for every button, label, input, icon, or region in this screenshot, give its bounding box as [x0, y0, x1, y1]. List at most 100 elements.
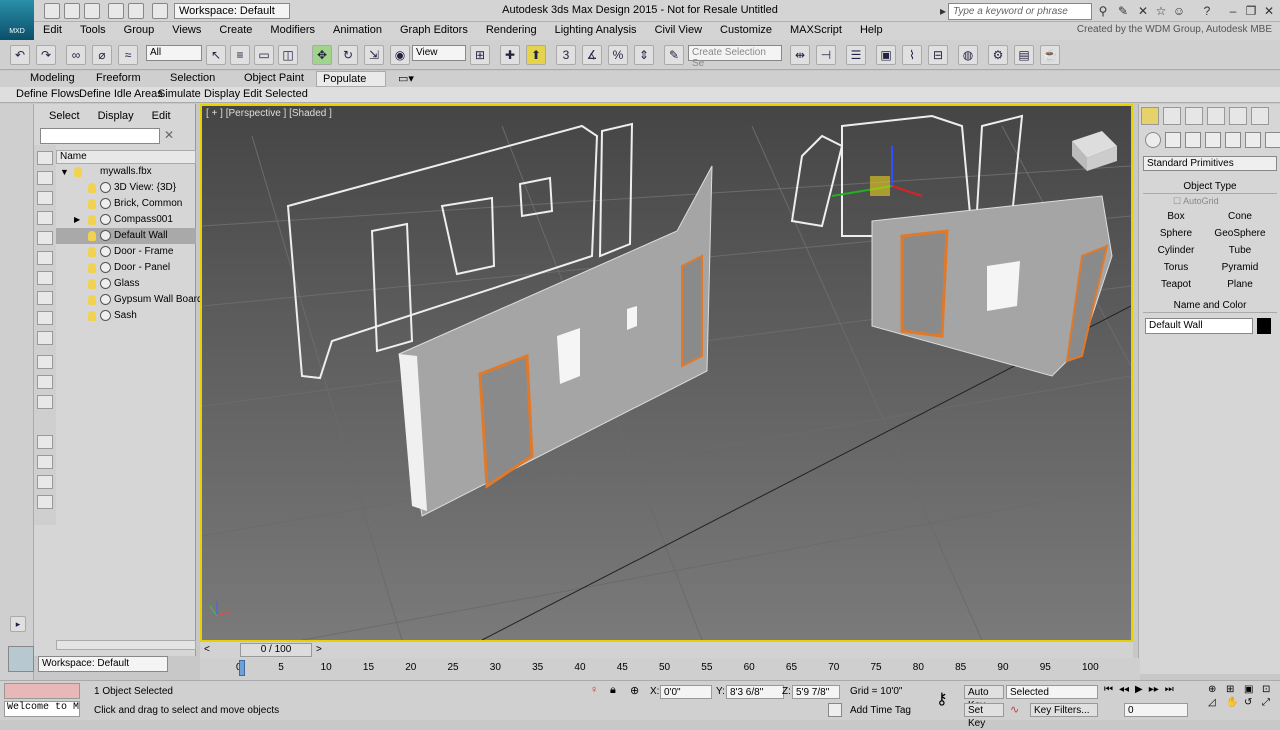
unlink-icon[interactable]: ⌀ [92, 45, 112, 65]
schematic-view-icon[interactable]: ⊟ [928, 45, 948, 65]
render-setup-icon[interactable]: ⚙ [988, 45, 1008, 65]
sync-selection-icon[interactable] [37, 475, 53, 489]
tree-item-door-frame[interactable]: Door - Frame [56, 244, 196, 260]
tab-selection[interactable]: Selection [164, 71, 221, 87]
orbit-icon[interactable]: ↺ [1244, 697, 1260, 708]
viewcube-icon[interactable] [1072, 131, 1117, 171]
mirror-icon[interactable]: ⇹ [790, 45, 810, 65]
primitive-type-dropdown[interactable]: Standard Primitives [1143, 156, 1277, 171]
maxscript-listener[interactable]: Welcome to M [4, 701, 80, 717]
clear-filter-icon[interactable]: ✕ [164, 128, 174, 142]
modify-tab-icon[interactable] [1163, 107, 1181, 125]
link-icon[interactable]: ∞ [66, 45, 86, 65]
keyboard-shortcut-override-icon[interactable]: ⬆ [526, 45, 546, 65]
menu-help[interactable]: Help [851, 22, 892, 40]
light-bulb-icon[interactable] [88, 215, 96, 225]
hierarchy-tab-icon[interactable] [1185, 107, 1203, 125]
name-column-header[interactable]: Name [56, 150, 196, 164]
light-bulb-icon[interactable] [88, 279, 96, 289]
tree-item-compass[interactable]: ▶ Compass001 [56, 212, 196, 228]
light-bulb-icon[interactable] [88, 199, 96, 209]
zoom-extents-icon[interactable]: ▣ [1244, 684, 1260, 695]
save-file-icon[interactable] [84, 3, 100, 19]
tree-item-default-wall[interactable]: Default Wall [56, 228, 196, 244]
pan-icon[interactable]: ✋ [1226, 697, 1242, 708]
scene-filter-input[interactable] [40, 128, 160, 144]
menu-maxscript[interactable]: MAXScript [781, 22, 851, 40]
menu-civil-view[interactable]: Civil View [646, 22, 711, 40]
tree-item-glass[interactable]: Glass [56, 276, 196, 292]
light-bulb-icon[interactable] [88, 263, 96, 273]
close-icon[interactable]: ✕ [1262, 4, 1276, 18]
named-selection-dropdown[interactable]: Create Selection Se [688, 45, 782, 69]
display-helpers-icon[interactable] [37, 251, 53, 265]
go-to-end-icon[interactable]: ⏭ [1165, 684, 1174, 695]
go-to-start-icon[interactable]: ⏮ [1104, 684, 1113, 695]
display-geometry-icon[interactable] [37, 171, 53, 185]
select-by-name-icon[interactable]: ≡ [230, 45, 250, 65]
isolate-icon[interactable]: ♀ [590, 684, 598, 696]
next-frame-icon[interactable]: ▸▸ [1149, 684, 1159, 695]
redo-icon[interactable]: ↷ [36, 45, 56, 65]
cameras-icon[interactable] [1205, 132, 1221, 148]
key-icon[interactable]: ⚷ [936, 689, 948, 709]
track-bar[interactable]: 0510152025303540455055606570758085909510… [200, 658, 1140, 680]
geometry-icon[interactable] [1145, 132, 1161, 148]
scene-tab-edit[interactable]: Edit [143, 110, 180, 122]
cylinder-button[interactable]: Cylinder [1147, 243, 1205, 259]
lock-icon[interactable] [37, 495, 53, 509]
select-scale-icon[interactable]: ⇲ [364, 45, 384, 65]
display-lights-icon[interactable] [37, 211, 53, 225]
display-groups-icon[interactable] [37, 291, 53, 305]
teapot-button[interactable]: Teapot [1147, 277, 1205, 293]
align-icon[interactable]: ⊣ [816, 45, 836, 65]
display-cameras-icon[interactable] [37, 231, 53, 245]
previous-frame-icon[interactable]: ◂◂ [1119, 684, 1129, 695]
menu-views[interactable]: Views [163, 22, 210, 40]
selection-lock-icon[interactable]: 🔒︎ [610, 684, 616, 697]
add-time-tag-button[interactable]: Add Time Tag [850, 705, 911, 716]
collapse-arrow-icon[interactable]: ▼ [60, 164, 69, 180]
app-logo-button[interactable]: MXD [0, 0, 34, 40]
scene-tab-display[interactable]: Display [89, 110, 143, 122]
tab-modeling[interactable]: Modeling [24, 71, 81, 87]
tree-item-sash[interactable]: Sash [56, 308, 196, 324]
user-icon[interactable]: ☺ [1172, 4, 1186, 18]
menu-lighting-analysis[interactable]: Lighting Analysis [546, 22, 646, 40]
set-key-button[interactable]: Set Key [964, 703, 1004, 729]
zoom-extents-all-icon[interactable]: ⊡ [1262, 684, 1278, 695]
tree-item-door-panel[interactable]: Door - Panel [56, 260, 196, 276]
helpers-icon[interactable] [1225, 132, 1241, 148]
slider-next-icon[interactable]: > [316, 644, 322, 655]
reference-coord-dropdown[interactable]: View [412, 45, 466, 61]
select-manipulate-icon[interactable]: ✚ [500, 45, 520, 65]
select-move-icon[interactable]: ✥ [312, 45, 332, 65]
rect-selection-icon[interactable]: ▭ [254, 45, 274, 65]
spacewarps-icon[interactable] [1245, 132, 1261, 148]
menu-modifiers[interactable]: Modifiers [261, 22, 324, 40]
menu-graph-editors[interactable]: Graph Editors [391, 22, 477, 40]
search-input[interactable]: Type a keyword or phrase [948, 3, 1092, 20]
edit-named-selection-icon[interactable]: ✎ [664, 45, 684, 65]
menu-create[interactable]: Create [210, 22, 261, 40]
time-slider-thumb[interactable]: 0 / 100 [240, 643, 312, 657]
absolute-mode-icon[interactable]: ⊕ [630, 684, 639, 697]
z-coordinate-field[interactable]: 5'9 7/8" [792, 685, 840, 699]
time-tag-icon[interactable] [828, 703, 842, 717]
display-all-icon[interactable] [37, 355, 53, 369]
window-crossing-icon[interactable]: ◫ [278, 45, 298, 65]
tree-item-3d-view[interactable]: 3D View: {3D} [56, 180, 196, 196]
selection-filter-dropdown[interactable]: All [146, 45, 202, 61]
project-folder-icon[interactable] [152, 3, 168, 19]
light-bulb-icon[interactable] [88, 311, 96, 321]
scene-workspace-dropdown[interactable]: Workspace: Default [38, 656, 168, 672]
tab-freeform[interactable]: Freeform [90, 71, 147, 87]
tree-item-gypsum[interactable]: Gypsum Wall Board [56, 292, 203, 308]
restore-icon[interactable]: ❐ [1244, 4, 1258, 18]
display-none-icon[interactable] [37, 151, 53, 165]
place-icon[interactable]: ◉ [390, 45, 410, 65]
render-production-icon[interactable]: ☕ [1040, 45, 1060, 65]
pyramid-button[interactable]: Pyramid [1211, 260, 1269, 276]
favorites-star-icon[interactable]: ☆ [1154, 4, 1168, 18]
field-of-view-icon[interactable]: ◿ [1208, 697, 1224, 708]
